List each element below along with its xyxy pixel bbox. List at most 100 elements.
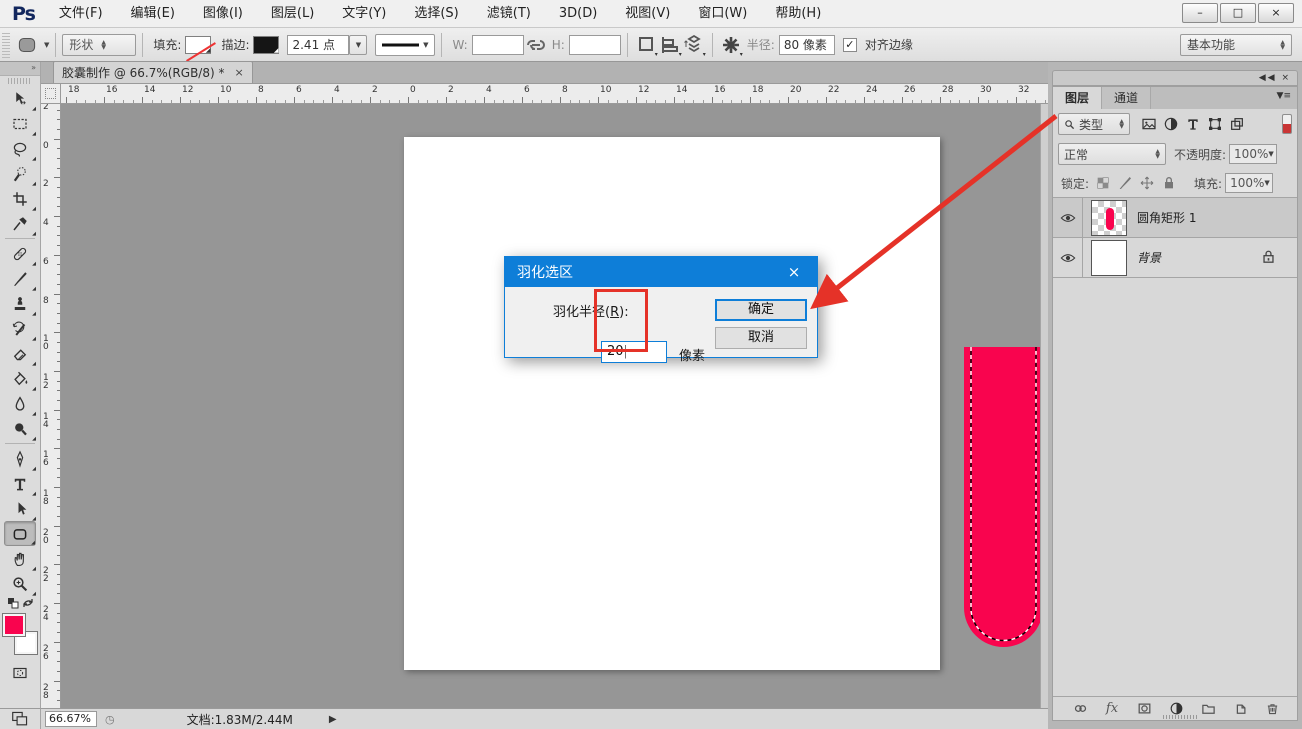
ruler-corner[interactable]: [41, 84, 61, 104]
menu-7[interactable]: 滤镜(T): [473, 0, 545, 27]
filter-toggle[interactable]: [1282, 114, 1292, 134]
menu-11[interactable]: 帮助(H): [761, 0, 835, 27]
collapse-panels-icon[interactable]: ◀◀: [1259, 73, 1277, 83]
path-operations-button[interactable]: ▾: [634, 33, 658, 57]
dialog-close-icon[interactable]: ×: [781, 263, 807, 281]
dialog-title-bar[interactable]: 羽化选区 ×: [505, 257, 817, 287]
status-options-arrow[interactable]: ▶: [329, 714, 337, 725]
smart-filter-icon[interactable]: [1226, 114, 1248, 134]
marquee-tool[interactable]: ◢: [4, 111, 36, 136]
move-lock-icon[interactable]: [1136, 173, 1158, 193]
panel-resize-grip[interactable]: [1163, 715, 1199, 719]
eye-icon[interactable]: [1053, 238, 1083, 278]
layer-name[interactable]: 圆角矩形 1: [1137, 209, 1196, 226]
screen-mode-button[interactable]: [0, 708, 41, 729]
document-tab[interactable]: 胶囊制作 @ 66.7%(RGB/8) * ×: [53, 61, 253, 83]
quickselect-tool[interactable]: ◢: [4, 161, 36, 186]
menu-1[interactable]: 文件(F): [45, 0, 117, 27]
opacity-input[interactable]: 100%▼: [1229, 144, 1277, 164]
ok-button[interactable]: 确定: [715, 299, 807, 321]
eraser-tool[interactable]: ◢: [4, 341, 36, 366]
newlayer-icon[interactable]: [1229, 699, 1251, 719]
tab-channels[interactable]: 通道: [1102, 87, 1151, 109]
roundedrect-tool[interactable]: ◢: [4, 521, 36, 546]
stamp-tool[interactable]: ◢: [4, 291, 36, 316]
vertical-ruler[interactable]: 2024681 01 21 41 61 82 02 22 42 62 8: [41, 104, 61, 708]
zoom-tool[interactable]: ◢: [4, 571, 36, 596]
lock-lock-icon[interactable]: [1158, 173, 1180, 193]
pen-tool[interactable]: ◢: [4, 446, 36, 471]
stroke-style-dropdown[interactable]: ▼: [375, 34, 435, 56]
stroke-swatch[interactable]: ◢: [253, 36, 279, 54]
close-button[interactable]: ×: [1258, 3, 1294, 23]
layer-thumbnail[interactable]: [1091, 240, 1127, 276]
hand-tool[interactable]: ◢: [4, 546, 36, 571]
menu-9[interactable]: 视图(V): [611, 0, 684, 27]
filter-kind-dropdown[interactable]: 类型 ▲▼: [1058, 113, 1130, 135]
menu-5[interactable]: 文字(Y): [328, 0, 400, 27]
trash-icon[interactable]: [1261, 699, 1283, 719]
eyedropper-tool[interactable]: ◢: [4, 211, 36, 236]
move-tool[interactable]: ◢: [4, 86, 36, 111]
pathselect-tool[interactable]: ◢: [4, 496, 36, 521]
width-input[interactable]: [472, 35, 524, 55]
adjust-filter-icon[interactable]: [1160, 114, 1182, 134]
path-arrangement-button[interactable]: ▾: [682, 33, 706, 57]
menu-2[interactable]: 编辑(E): [117, 0, 189, 27]
menu-4[interactable]: 图层(L): [257, 0, 328, 27]
bucket-tool[interactable]: ◢: [4, 366, 36, 391]
folder-icon[interactable]: [1197, 699, 1219, 719]
default-colors-icon[interactable]: [7, 597, 19, 609]
stroke-width-dropdown[interactable]: ▼: [349, 35, 367, 55]
quick-mask-button[interactable]: [4, 660, 36, 685]
workspace-dropdown[interactable]: 基本功能 ▲▼: [1180, 34, 1292, 56]
menu-6[interactable]: 选择(S): [400, 0, 472, 27]
fill-swatch[interactable]: ◢: [185, 36, 211, 54]
tab-close-icon[interactable]: ×: [234, 66, 243, 79]
panel-menu-icon[interactable]: ▼≡: [1277, 91, 1291, 101]
tool-preset-arrow[interactable]: ▼: [44, 41, 49, 49]
shape-filter-icon[interactable]: [1204, 114, 1226, 134]
swap-colors-icon[interactable]: [22, 597, 34, 609]
height-input[interactable]: [569, 35, 621, 55]
history-tool[interactable]: ◢: [4, 316, 36, 341]
vertical-scrollbar[interactable]: [1040, 104, 1048, 708]
toolbar-collapse[interactable]: »: [0, 62, 40, 76]
lasso-tool[interactable]: ◢: [4, 136, 36, 161]
path-alignment-button[interactable]: ▾: [658, 33, 682, 57]
type-tool[interactable]: ◢: [4, 471, 36, 496]
radius-input[interactable]: 80 像素: [779, 35, 835, 55]
pixel-filter-icon[interactable]: [1138, 114, 1160, 134]
checker-lock-icon[interactable]: [1092, 173, 1114, 193]
maximize-button[interactable]: □: [1220, 3, 1256, 23]
tab-layers[interactable]: 图层: [1053, 87, 1102, 109]
layer-row[interactable]: 圆角矩形 1: [1053, 198, 1297, 238]
crop-tool[interactable]: ◢: [4, 186, 36, 211]
fx-icon[interactable]: fx: [1101, 699, 1123, 719]
healing-tool[interactable]: ◢: [4, 241, 36, 266]
fill-input[interactable]: 100%▼: [1225, 173, 1273, 193]
layer-name[interactable]: 背景: [1137, 249, 1161, 266]
align-edges-checkbox[interactable]: ✓: [843, 38, 857, 52]
layer-thumbnail[interactable]: [1091, 200, 1127, 236]
horizontal-ruler[interactable]: 1816141210864202468101214161820222426283…: [61, 84, 1048, 104]
dodge-tool[interactable]: ◢: [4, 416, 36, 441]
mask-icon[interactable]: [1133, 699, 1155, 719]
brush-lock-icon[interactable]: [1114, 173, 1136, 193]
eye-icon[interactable]: [1053, 198, 1083, 238]
blend-mode-dropdown[interactable]: 正常 ▲▼: [1058, 143, 1166, 165]
stroke-width-input[interactable]: 2.41 点: [287, 35, 349, 55]
menu-8[interactable]: 3D(D): [545, 0, 611, 27]
foreground-color-swatch[interactable]: [3, 614, 25, 636]
current-tool-icon[interactable]: [14, 33, 40, 57]
layer-row[interactable]: 背景: [1053, 238, 1297, 278]
gear-icon[interactable]: ▾: [719, 33, 743, 57]
document-page[interactable]: [404, 137, 940, 670]
menu-3[interactable]: 图像(I): [189, 0, 257, 27]
tool-mode-dropdown[interactable]: 形状 ▲▼: [62, 34, 136, 56]
minimize-button[interactable]: –: [1182, 3, 1218, 23]
close-panel-icon[interactable]: ×: [1281, 73, 1291, 83]
zoom-level-input[interactable]: 66.67%: [45, 711, 97, 727]
blur-tool[interactable]: ◢: [4, 391, 36, 416]
menu-10[interactable]: 窗口(W): [684, 0, 761, 27]
